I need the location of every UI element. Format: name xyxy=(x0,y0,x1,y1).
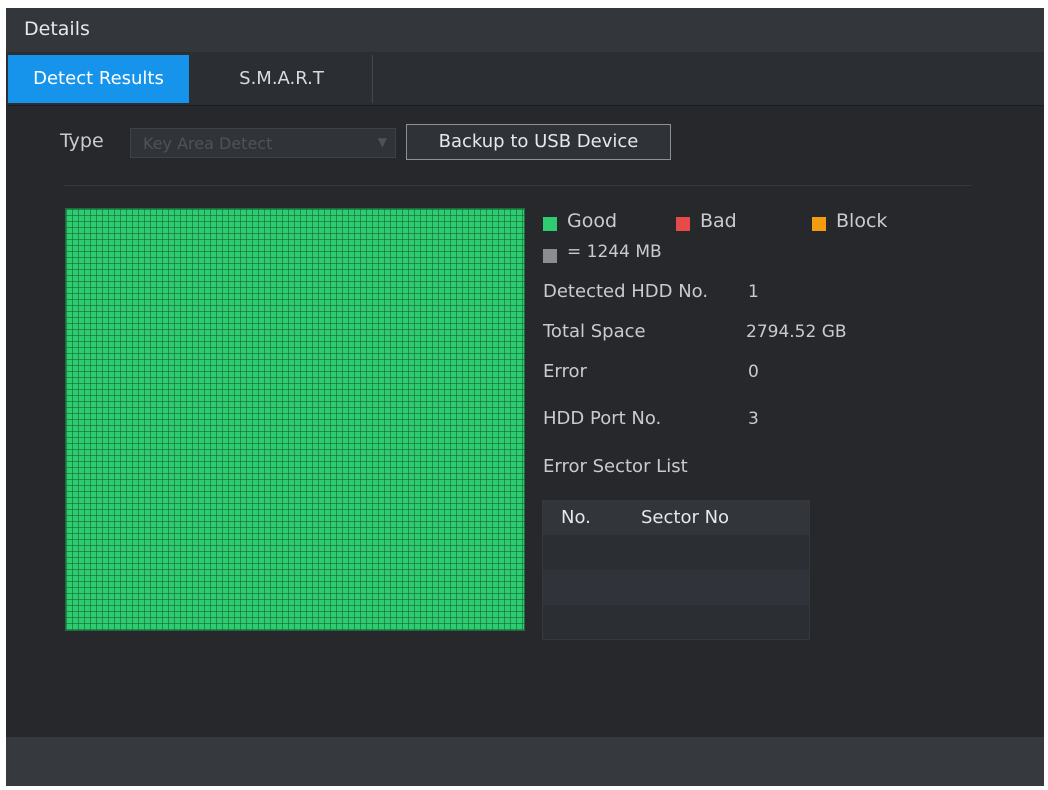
legend-unit: = 1244 MB xyxy=(567,242,662,262)
good-swatch-icon xyxy=(543,217,557,231)
title-bar: Details xyxy=(6,8,1044,52)
detected-hdd-value: 1 xyxy=(748,282,759,302)
error-value: 0 xyxy=(748,362,759,382)
tab-divider xyxy=(372,55,373,103)
error-sector-list-label: Error Sector List xyxy=(543,456,688,477)
bad-swatch-icon xyxy=(676,217,690,231)
tab-detect-results[interactable]: Detect Results xyxy=(8,55,189,103)
status-bar xyxy=(6,737,1044,786)
detected-hdd-label: Detected HDD No. xyxy=(543,281,709,302)
column-header-no: No. xyxy=(561,507,591,528)
type-select-value: Key Area Detect xyxy=(143,134,273,153)
table-row xyxy=(543,605,809,640)
legend-good: Good xyxy=(567,210,618,232)
table-header: No. Sector No xyxy=(543,501,809,535)
total-space-label: Total Space xyxy=(543,321,646,342)
type-label: Type xyxy=(60,130,104,152)
legend-bad: Bad xyxy=(700,210,737,232)
tab-smart[interactable]: S.M.A.R.T xyxy=(191,55,372,103)
legend-block: Block xyxy=(836,210,888,232)
table-row xyxy=(543,535,809,570)
divider xyxy=(64,185,972,186)
unit-swatch-icon xyxy=(543,249,557,263)
type-select[interactable]: Key Area Detect ▼ xyxy=(130,128,396,158)
window-title: Details xyxy=(24,18,90,40)
error-label: Error xyxy=(543,361,587,382)
sector-grid-map xyxy=(65,208,525,631)
column-header-sector-no: Sector No xyxy=(641,507,730,528)
error-sector-table: No. Sector No xyxy=(542,500,810,640)
table-row xyxy=(543,570,809,605)
block-swatch-icon xyxy=(812,217,826,231)
tab-bar: Detect Results S.M.A.R.T xyxy=(6,52,1044,106)
total-space-value: 2794.52 GB xyxy=(746,322,847,342)
chevron-down-icon: ▼ xyxy=(377,135,387,149)
backup-to-usb-button[interactable]: Backup to USB Device xyxy=(406,124,671,160)
hdd-port-label: HDD Port No. xyxy=(543,408,662,429)
hdd-port-value: 3 xyxy=(748,409,759,429)
details-window: Details Detect Results S.M.A.R.T Type Ke… xyxy=(6,8,1044,786)
